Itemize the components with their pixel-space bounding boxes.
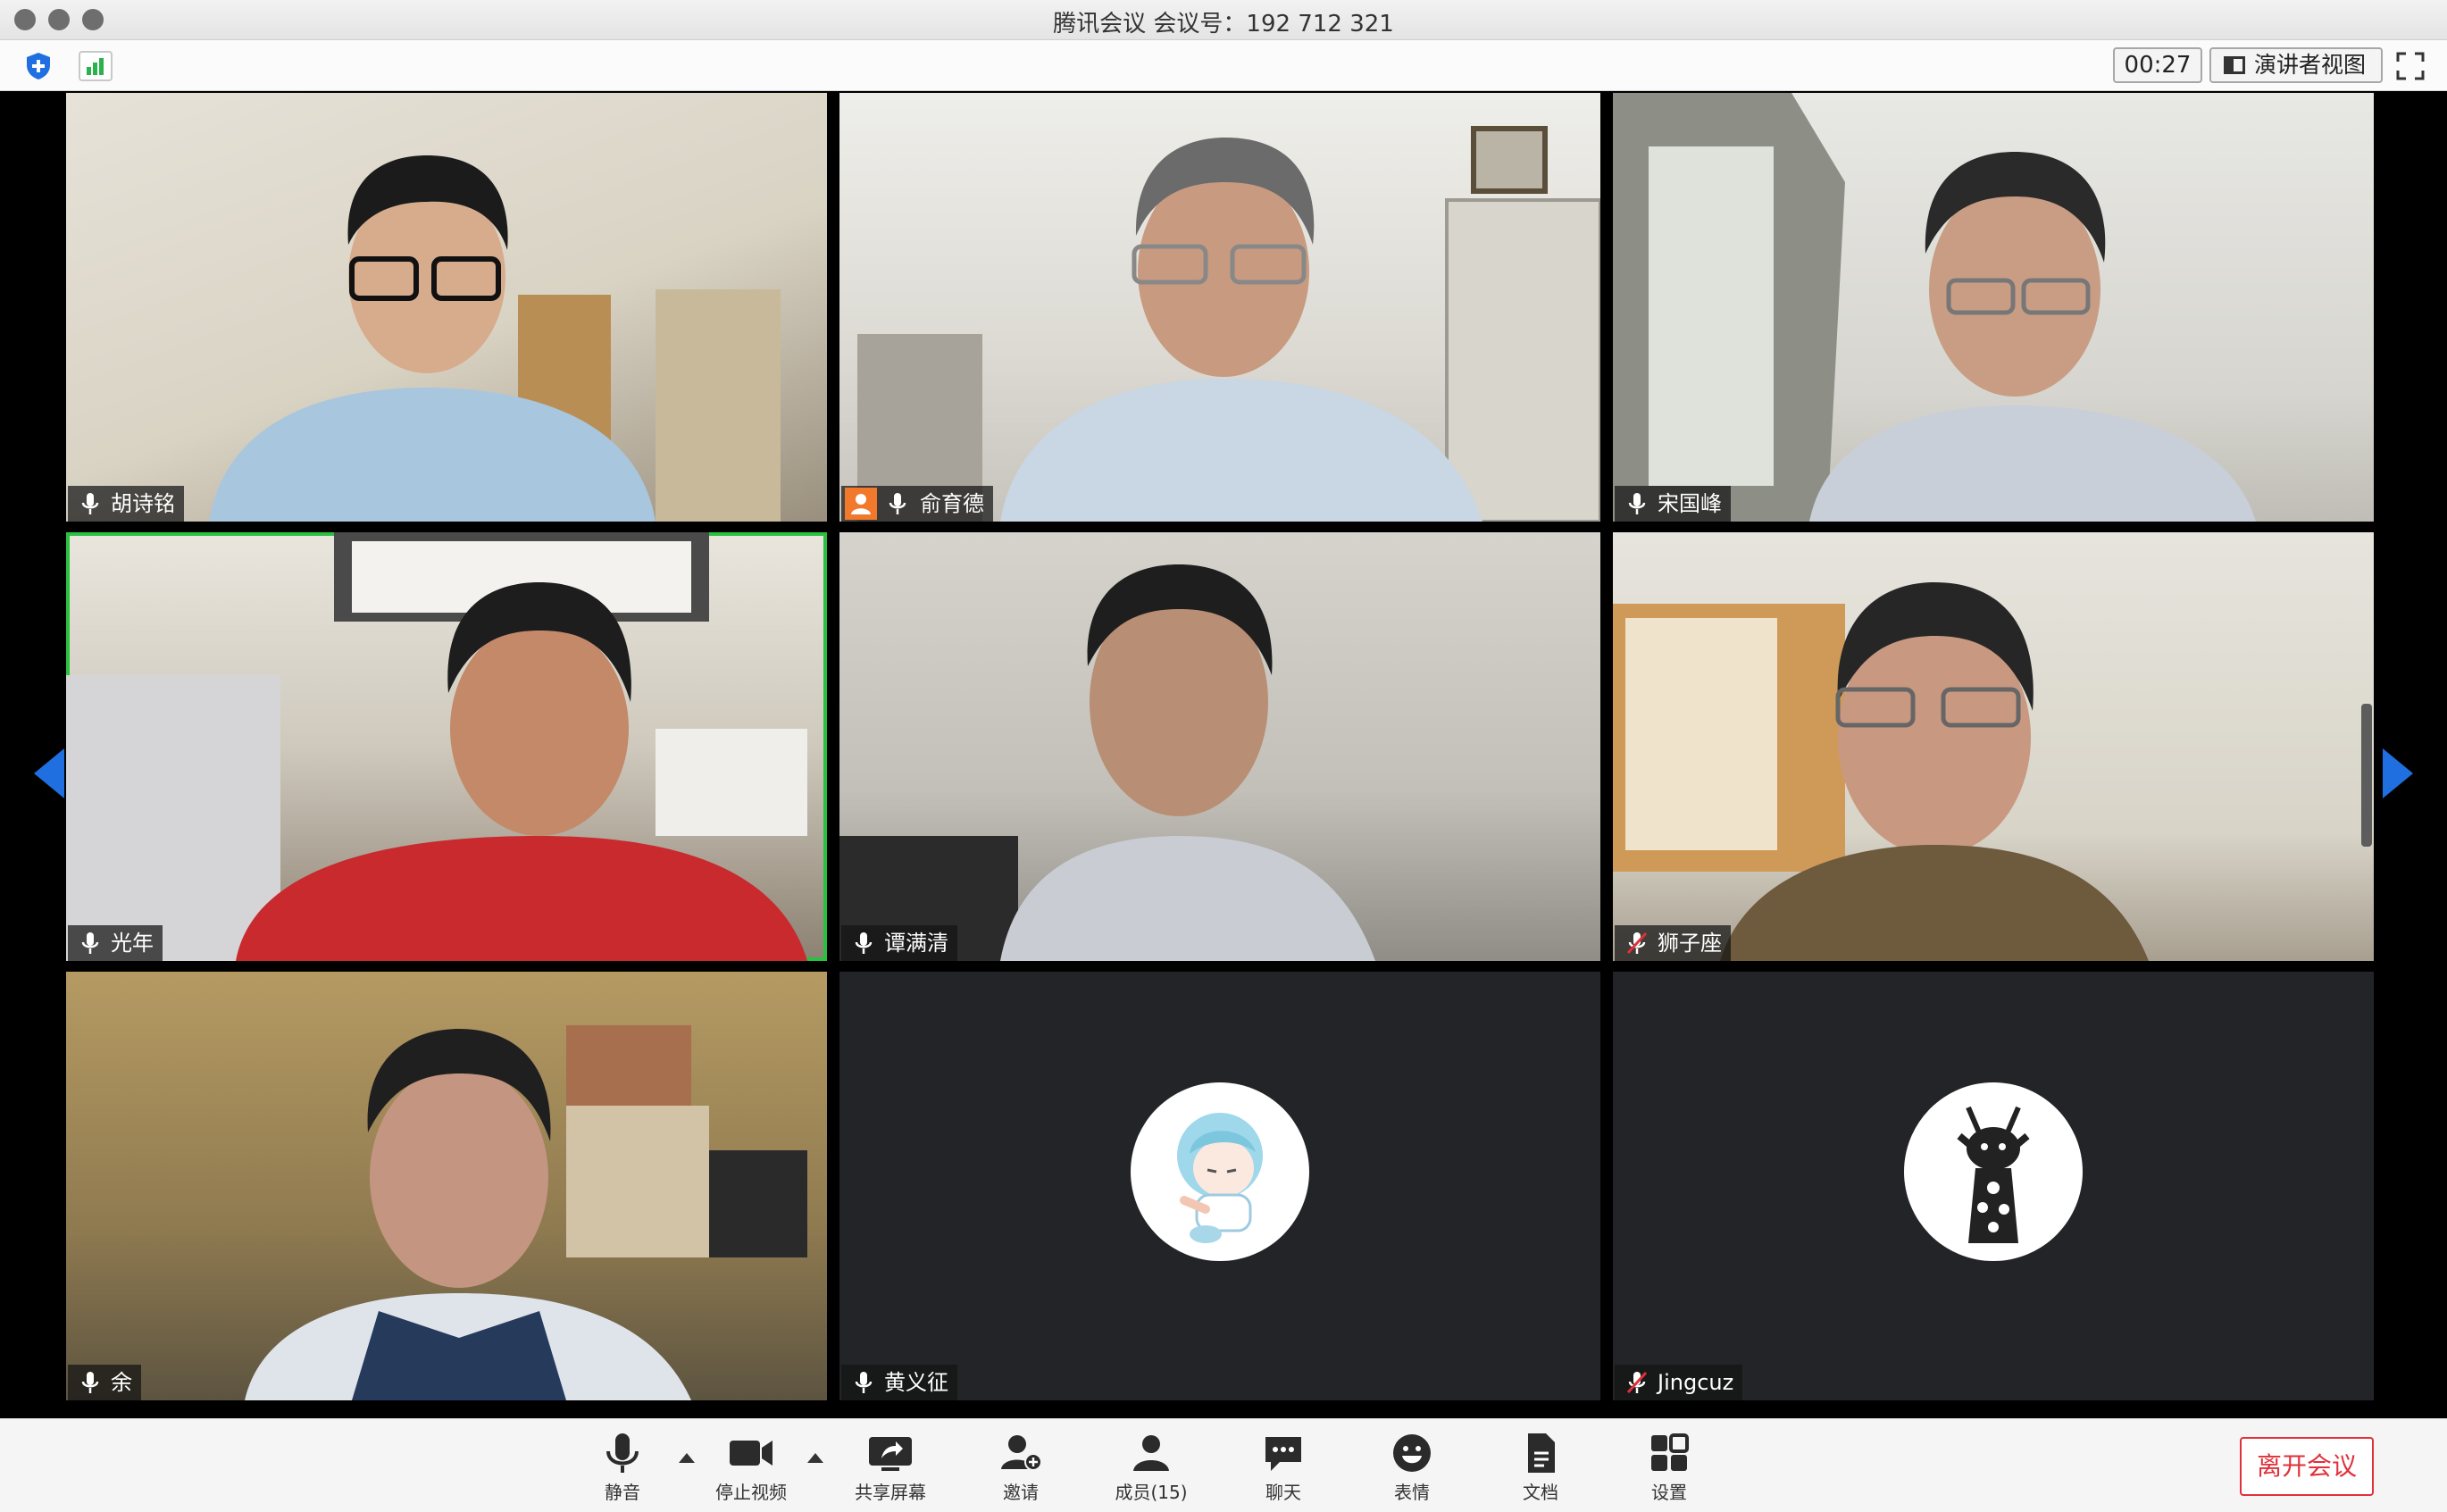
microphone-icon: [1628, 493, 1646, 514]
microphone-icon: [81, 1372, 99, 1393]
chat-label: 聊天: [1265, 1482, 1301, 1503]
chat-button[interactable]: 聊天: [1234, 1432, 1332, 1508]
stop-video-label: 停止视频: [715, 1482, 787, 1503]
members-label: 成员(15): [1115, 1482, 1188, 1503]
window-title: 腾讯会议 会议号：192 712 321: [1053, 11, 1394, 38]
microphone-icon: [606, 1433, 639, 1473]
meeting-timer: 00:27: [2113, 47, 2202, 83]
security-shield-icon[interactable]: [23, 51, 54, 81]
participant-name: 宋国峰: [1658, 491, 1722, 516]
title-bar: 腾讯会议 会议号：192 712 321: [0, 0, 2447, 40]
invite-user-icon: [1001, 1435, 1042, 1471]
participant-name-tag: 宋国峰: [1615, 486, 1731, 522]
speaker-view-icon: [2224, 56, 2245, 74]
participant-video: [66, 532, 807, 961]
fullscreen-icon[interactable]: [2395, 51, 2426, 81]
network-signal-icon[interactable]: [79, 51, 113, 81]
previous-page-arrow-icon[interactable]: [34, 748, 64, 798]
participant-name: 胡诗铭: [111, 491, 175, 516]
next-page-arrow-icon[interactable]: [2383, 748, 2413, 798]
participant-name-tag: 余: [68, 1365, 141, 1400]
participant-video: [839, 564, 1375, 961]
share-screen-icon: [869, 1437, 912, 1471]
invite-label: 邀请: [1003, 1482, 1039, 1503]
participant-avatar: [1904, 1082, 2083, 1261]
microphone-icon: [855, 932, 873, 954]
participant-name: 余: [111, 1370, 132, 1395]
microphone-icon: [81, 932, 99, 954]
participant-video: [1613, 582, 2149, 961]
participant-video: [209, 155, 781, 522]
participant-name-tag: 光年: [68, 925, 163, 961]
video-tile[interactable]: 胡诗铭: [66, 93, 827, 522]
stop-video-button[interactable]: 停止视频: [702, 1432, 800, 1508]
host-badge-icon: [845, 488, 877, 520]
settings-button[interactable]: 设置: [1620, 1432, 1718, 1508]
microphone-icon: [855, 1372, 873, 1393]
participant-name: 黄义征: [884, 1370, 948, 1395]
participant-name-tag: 黄义征: [841, 1365, 957, 1400]
speaker-view-label: 演讲者视图: [2254, 52, 2367, 78]
video-tile[interactable]: 光年: [66, 532, 827, 961]
microphone-icon: [889, 493, 906, 514]
participant-name: Jingcuz: [1658, 1370, 1734, 1395]
participant-name-tag: 狮子座: [1615, 925, 1731, 961]
participant-video: [857, 126, 1600, 522]
emoji-label: 表情: [1394, 1482, 1430, 1503]
video-tile[interactable]: 余: [66, 972, 827, 1400]
audio-options-caret-icon[interactable]: [679, 1453, 695, 1463]
page-scrollbar[interactable]: [2361, 704, 2372, 847]
participant-name-tag: 俞育德: [841, 486, 993, 522]
meeting-control-bar: 静音 停止视频 共享屏幕 邀请 成员(15) 聊天 表情 文档 设置 离开会议: [0, 1418, 2447, 1512]
invite-button[interactable]: 邀请: [972, 1432, 1070, 1508]
microphone-icon: [81, 493, 99, 514]
microphone-muted-icon: [1626, 931, 1648, 955]
microphone-muted-icon: [1626, 1371, 1648, 1394]
chat-bubble-icon: [1265, 1437, 1301, 1471]
mute-label: 静音: [605, 1482, 640, 1503]
speaker-view-button[interactable]: 演讲者视图: [2209, 47, 2383, 83]
emoji-icon: [1393, 1434, 1431, 1472]
settings-grid-icon: [1651, 1433, 1689, 1471]
video-tile[interactable]: 俞育德: [839, 93, 1600, 522]
participant-name: 谭满清: [884, 931, 948, 956]
participant-name: 狮子座: [1658, 931, 1722, 956]
members-button[interactable]: 成员(15): [1102, 1432, 1200, 1508]
document-icon: [1528, 1433, 1555, 1473]
participant-name-tag: 谭满清: [841, 925, 957, 961]
video-tile[interactable]: 狮子座: [1613, 532, 2374, 961]
participant-name: 俞育德: [920, 491, 984, 516]
video-options-caret-icon[interactable]: [807, 1453, 823, 1463]
meeting-toolbar: 00:27 演讲者视图: [0, 40, 2447, 91]
video-tile[interactable]: 谭满清: [839, 532, 1600, 961]
participant-name-tag: Jingcuz: [1615, 1365, 1743, 1400]
leave-meeting-button[interactable]: 离开会议: [2240, 1437, 2374, 1496]
share-screen-button[interactable]: 共享屏幕: [841, 1432, 940, 1508]
participant-video: [245, 1025, 807, 1400]
mute-button[interactable]: 静音: [573, 1432, 672, 1508]
video-tile[interactable]: Jingcuz: [1613, 972, 2374, 1400]
documents-button[interactable]: 文档: [1491, 1432, 1590, 1508]
participant-avatar: [1131, 1082, 1309, 1261]
documents-label: 文档: [1523, 1482, 1558, 1503]
participant-name-tag: 胡诗铭: [68, 486, 184, 522]
participant-name: 光年: [111, 931, 154, 956]
settings-label: 设置: [1651, 1482, 1687, 1503]
camera-icon: [730, 1441, 773, 1466]
members-icon: [1133, 1435, 1169, 1471]
participant-video: [1613, 93, 2256, 522]
emoji-button[interactable]: 表情: [1363, 1432, 1461, 1508]
share-screen-label: 共享屏幕: [855, 1482, 926, 1503]
video-tile[interactable]: 黄义征: [839, 972, 1600, 1400]
video-tile[interactable]: 宋国峰: [1613, 93, 2374, 522]
